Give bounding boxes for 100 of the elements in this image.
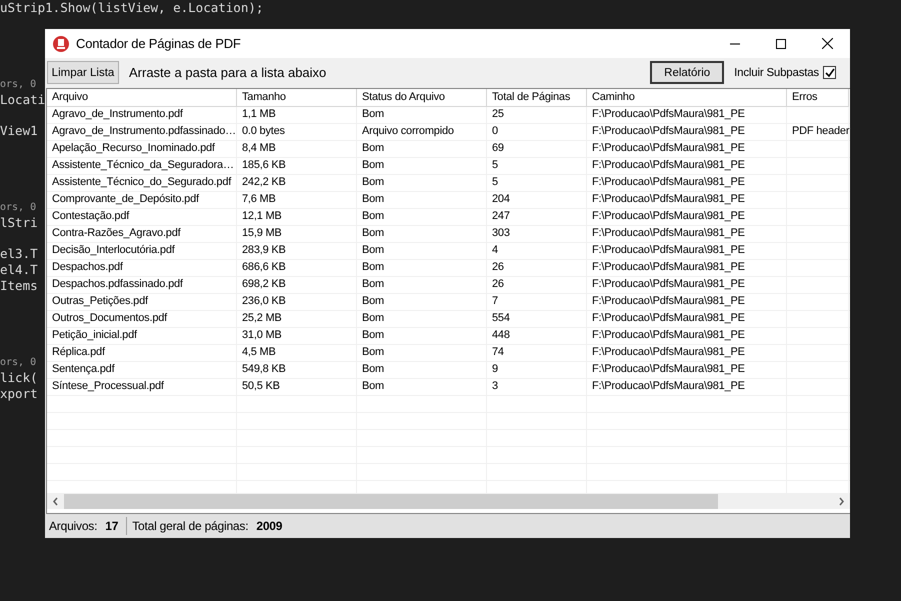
table-cell: Bom [357,294,487,310]
table-cell: 4,5 MB [237,345,357,361]
table-cell: F:\Producao\PdfsMaura\981_PE [587,141,787,157]
table-cell: 247 [487,209,587,225]
table-cell: F:\Producao\PdfsMaura\981_PE [587,175,787,191]
table-cell: Assistente_Técnico_da_Seguradora… [47,158,237,174]
table-cell: 50,5 KB [237,379,357,395]
pages-total: 2009 [256,519,282,533]
table-cell: F:\Producao\PdfsMaura\981_PE [587,192,787,208]
table-cell: Bom [357,277,487,293]
clear-list-button[interactable]: Limpar Lista [47,61,119,84]
table-cell: Bom [357,107,487,123]
table-cell: 242,2 KB [237,175,357,191]
table-cell: 12,1 MB [237,209,357,225]
close-icon [822,38,832,49]
table-cell: Bom [357,379,487,395]
table-cell: 25 [487,107,587,123]
table-cell: 448 [487,328,587,344]
table-cell: Apelação_Recurso_Inominado.pdf [47,141,237,157]
table-cell: 26 [487,260,587,276]
table-cell: 185,6 KB [237,158,357,174]
table-cell: Bom [357,192,487,208]
window-title: Contador de Páginas de PDF [76,36,242,51]
table-cell: F:\Producao\PdfsMaura\981_PE [587,345,787,361]
table-cell: 26 [487,277,587,293]
table-cell: F:\Producao\PdfsMaura\981_PE [587,379,787,395]
table-cell: Agravo_de_Instrumento.pdfassinado… [47,124,237,140]
code-line: el4.T [0,262,38,278]
table-cell: Bom [357,260,487,276]
table-cell: Despachos.pdfassinado.pdf [47,277,237,293]
code-lens-text: ors, 0 [0,201,36,215]
table-cell: F:\Producao\PdfsMaura\981_PE [587,226,787,242]
table-cell: F:\Producao\PdfsMaura\981_PE [587,158,787,174]
app-icon [53,36,69,52]
code-line: xport [0,386,38,402]
code-line: el3.T [0,246,38,262]
table-cell: Bom [357,362,487,378]
column-header[interactable]: Caminho [587,89,787,107]
table-cell: F:\Producao\PdfsMaura\981_PE [587,243,787,259]
table-cell: Petição_inicial.pdf [47,328,237,344]
table-cell: Decisão_Interlocutória.pdf [47,243,237,259]
column-header[interactable]: Status do Arquivo [357,89,487,107]
table-cell: 686,6 KB [237,260,357,276]
table-cell: F:\Producao\PdfsMaura\981_PE [587,328,787,344]
table-cell: Sentença.pdf [47,362,237,378]
table-cell: F:\Producao\PdfsMaura\981_PE [587,209,787,225]
files-count: 17 [105,519,118,533]
code-line: Items [0,278,38,294]
table-cell: Bom [357,226,487,242]
report-button[interactable]: Relatório [650,61,724,84]
column-header[interactable]: Erros [787,89,849,107]
table-cell: 69 [487,141,587,157]
table-cell: Bom [357,345,487,361]
table-cell: 7 [487,294,587,310]
table-cell: 25,2 MB [237,311,357,327]
table-cell: 554 [487,311,587,327]
table-cell: 283,9 KB [237,243,357,259]
table-cell: Despachos.pdf [47,260,237,276]
table-cell: F:\Producao\PdfsMaura\981_PE [587,107,787,123]
table-cell: Outros_Documentos.pdf [47,311,237,327]
table-cell: Contra-Razões_Agravo.pdf [47,226,237,242]
table-cell: Arquivo corrompido [357,124,487,140]
table-cell: Síntese_Processual.pdf [47,379,237,395]
table-cell: 698,2 KB [237,277,357,293]
table-cell: Contestação.pdf [47,209,237,225]
table-cell: F:\Producao\PdfsMaura\981_PE [587,277,787,293]
table-cell: Outras_Petições.pdf [47,294,237,310]
table-cell: 236,0 KB [237,294,357,310]
drag-hint-text: Arraste a pasta para a lista abaixo [129,65,328,80]
table-cell: 3 [487,379,587,395]
subfolders-label: Incluir Subpastas [734,66,819,78]
table-cell: 0 [487,124,587,140]
horizontal-scrollbar[interactable] [47,493,850,509]
column-header[interactable]: Total de Páginas [487,89,587,107]
table-cell: Agravo_de_Instrumento.pdf [47,107,237,123]
table-cell: Bom [357,141,487,157]
table-cell: 0.0 bytes [237,124,357,140]
table-cell: 5 [487,158,587,174]
files-label: Arquivos: [49,519,98,533]
code-line: lick( [0,370,38,386]
table-cell: Bom [357,328,487,344]
subfolders-checkbox[interactable] [823,66,836,79]
table-cell: 1,1 MB [237,107,357,123]
column-header[interactable]: Tamanho [237,89,357,107]
table-cell: 74 [487,345,587,361]
table-cell: 549,8 KB [237,362,357,378]
table-cell: Réplica.pdf [47,345,237,361]
table-cell: Comprovante_de_Depósito.pdf [47,192,237,208]
code-lens-text: ors, 0 [0,78,36,92]
code-line: Locati [0,92,46,108]
table-cell: Bom [357,175,487,191]
column-header[interactable]: Arquivo [47,89,237,107]
table-cell: 303 [487,226,587,242]
table-cell: Bom [357,209,487,225]
table-cell: Assistente_Técnico_do_Segurado.pdf [47,175,237,191]
code-line: lStri [0,215,38,231]
table-cell: Bom [357,243,487,259]
table-cell: Bom [357,311,487,327]
table-cell: 204 [487,192,587,208]
table-cell: F:\Producao\PdfsMaura\981_PE [587,311,787,327]
